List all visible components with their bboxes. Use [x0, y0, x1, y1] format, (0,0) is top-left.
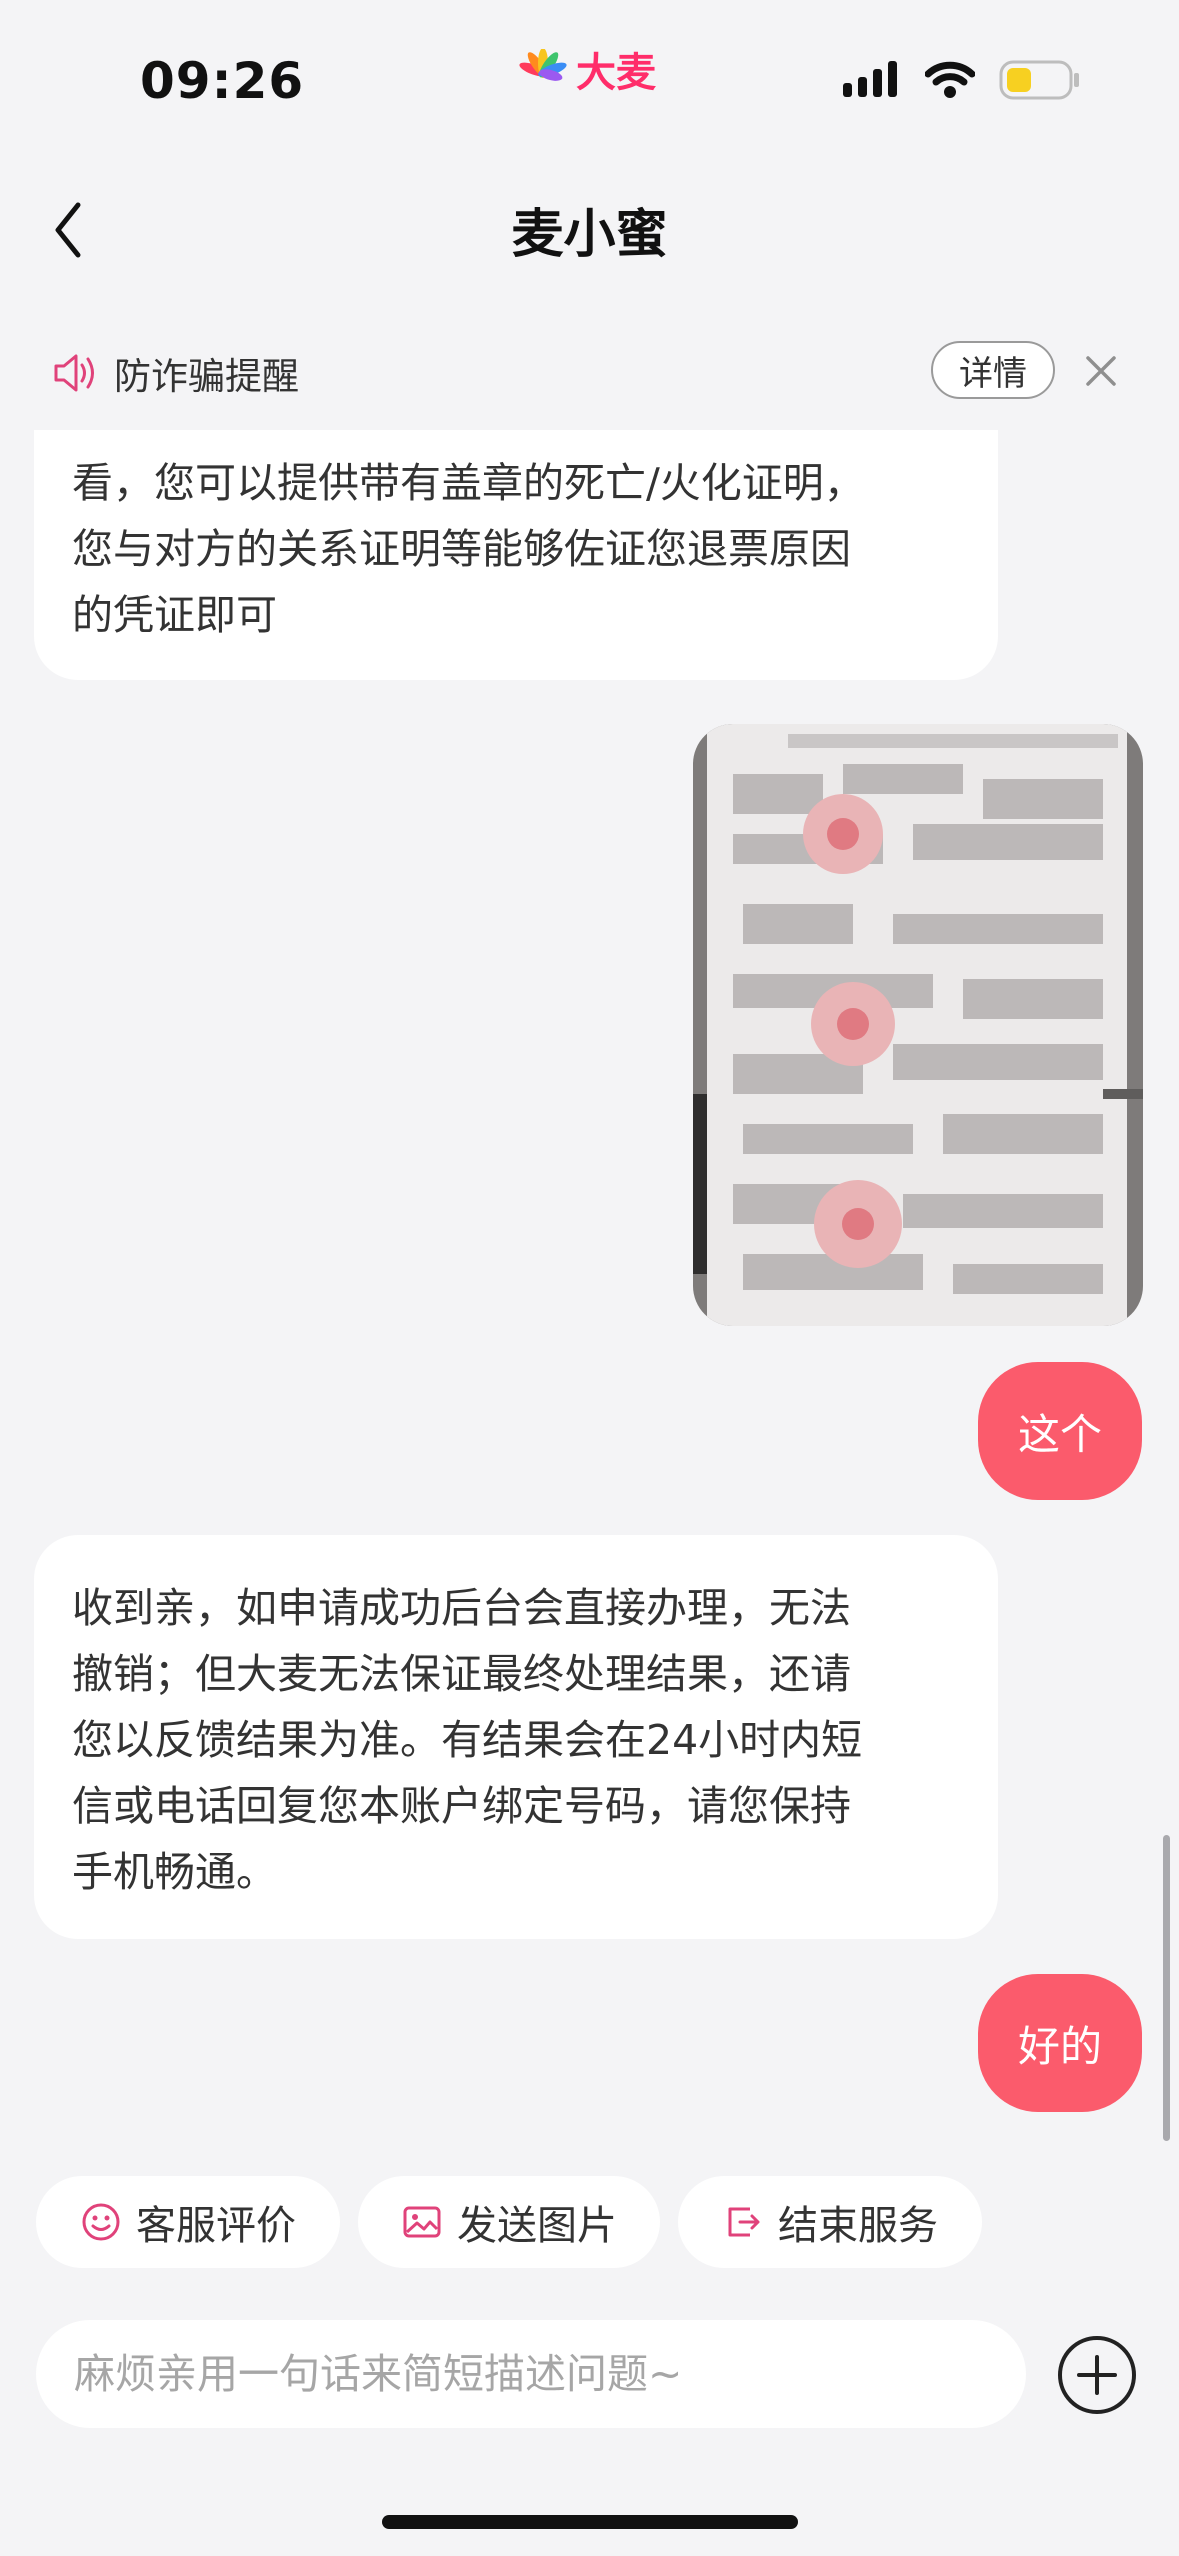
- rate-service-button[interactable]: 客服评价: [36, 2176, 340, 2268]
- details-button[interactable]: 详情: [931, 341, 1055, 399]
- close-icon: [1086, 356, 1116, 386]
- status-icons: [843, 60, 1081, 100]
- more-options-button[interactable]: [1056, 2334, 1138, 2416]
- scrollbar[interactable]: [1163, 1835, 1170, 2141]
- close-banner-button[interactable]: [1080, 350, 1122, 392]
- message-line: 手机畅通。: [72, 1848, 277, 1896]
- agent-message: 收到亲，如申请成功后台会直接办理，无法 撤销；但大麦无法保证最终处理结果，还请 …: [34, 1535, 998, 1939]
- message-line: 您与对方的关系证明等能够佐证您退票原因: [72, 525, 851, 573]
- exit-icon: [728, 2207, 760, 2237]
- chip-label: 客服评价: [136, 2203, 296, 2249]
- user-message: 这个: [978, 1362, 1142, 1500]
- user-image-message[interactable]: [693, 724, 1143, 1326]
- user-message: 好的: [978, 1974, 1142, 2112]
- message-line: 收到亲，如申请成功后台会直接办理，无法: [72, 1584, 851, 1632]
- brand-logo: 大麦: [518, 40, 656, 98]
- image-icon: [403, 2206, 441, 2238]
- wifi-icon: [925, 61, 975, 98]
- plus-circle-icon: [1058, 2336, 1136, 2414]
- message-line: 看，您可以提供带有盖章的死亡/火化证明，: [72, 459, 865, 507]
- certificate-photo: [693, 724, 1143, 1326]
- message-line: 的凭证即可: [72, 591, 277, 639]
- end-service-button[interactable]: 结束服务: [678, 2176, 982, 2268]
- agent-message: 看，您可以提供带有盖章的死亡/火化证明， 您与对方的关系证明等能够佐证您退票原因…: [34, 430, 998, 680]
- message-input-container: [36, 2320, 1026, 2428]
- battery-icon: [999, 60, 1079, 100]
- damai-flower-icon: [519, 49, 567, 81]
- message-line: 撤销；但大麦无法保证最终处理结果，还请: [72, 1650, 851, 1698]
- cellular-signal-icon: [843, 61, 897, 97]
- message-line: 信或电话回复您本账户绑定号码，请您保持: [72, 1782, 851, 1830]
- home-indicator[interactable]: [382, 2515, 798, 2529]
- message-input[interactable]: [72, 2349, 990, 2399]
- speaker-icon: [54, 354, 94, 392]
- send-image-button[interactable]: 发送图片: [358, 2176, 660, 2268]
- chip-label: 结束服务: [778, 2203, 938, 2249]
- chip-label: 发送图片: [457, 2203, 617, 2249]
- smiley-icon: [82, 2203, 120, 2241]
- page-title: 麦小蜜: [511, 205, 668, 265]
- brand-name: 大麦: [576, 50, 656, 96]
- message-line: 您以反馈结果为准。有结果会在24小时内短: [72, 1716, 863, 1764]
- fraud-alert-text: 防诈骗提醒: [114, 355, 299, 398]
- status-time: 09:26: [140, 52, 305, 110]
